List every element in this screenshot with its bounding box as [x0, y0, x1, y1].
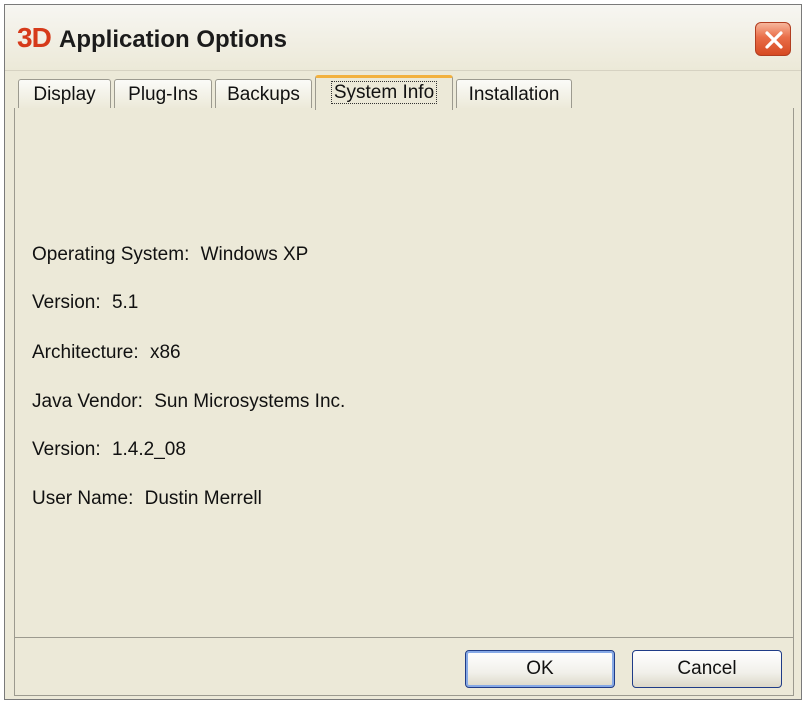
- tab-installation[interactable]: Installation: [456, 79, 572, 109]
- close-icon: [765, 31, 783, 49]
- architecture-label: Architecture:: [32, 342, 139, 363]
- java-version-label: Version:: [32, 439, 101, 460]
- tab-display[interactable]: Display: [18, 79, 111, 109]
- architecture-value: x86: [149, 342, 181, 363]
- system-info-panel: Operating System: Windows XP Version: 5.…: [14, 108, 794, 638]
- tab-bar: Display Plug-Ins Backups System Info Ins…: [14, 71, 794, 110]
- app-logo-icon: 3D: [17, 22, 52, 53]
- ok-button[interactable]: OK: [465, 650, 615, 688]
- java-vendor-row: Java Vendor: Sun Microsystems Inc.: [32, 390, 345, 414]
- user-name-value: Dustin Merrell: [144, 488, 262, 509]
- window-title: Application Options: [59, 26, 287, 53]
- tab-system-info-label: System Info: [330, 81, 438, 104]
- java-version-row: Version: 1.4.2_08: [32, 438, 186, 462]
- user-name-row: User Name: Dustin Merrell: [32, 487, 262, 511]
- os-label: Operating System:: [32, 244, 190, 265]
- tab-display-label: Display: [33, 84, 96, 105]
- os-version-value: 5.1: [111, 292, 139, 313]
- os-version-row: Version: 5.1: [32, 291, 138, 315]
- tab-plug-ins[interactable]: Plug-Ins: [114, 79, 212, 109]
- tab-installation-label: Installation: [468, 84, 560, 105]
- cancel-button[interactable]: Cancel: [632, 650, 782, 688]
- title-bar[interactable]: 3D Application Options: [5, 5, 801, 71]
- button-bar: OK Cancel: [14, 638, 794, 696]
- java-vendor-label: Java Vendor:: [32, 391, 143, 412]
- java-vendor-value: Sun Microsystems Inc.: [154, 391, 346, 412]
- tab-system-info[interactable]: System Info: [315, 75, 453, 110]
- user-name-label: User Name:: [32, 488, 134, 509]
- os-value: Windows XP: [200, 244, 309, 265]
- architecture-row: Architecture: x86: [32, 341, 181, 365]
- tab-backups-label: Backups: [227, 84, 300, 105]
- application-options-dialog: 3D Application Options Display Plug-Ins …: [4, 4, 802, 700]
- os-version-label: Version:: [32, 292, 101, 313]
- os-row: Operating System: Windows XP: [32, 243, 308, 267]
- tab-backups[interactable]: Backups: [215, 79, 312, 109]
- tab-plug-ins-label: Plug-Ins: [128, 84, 198, 105]
- java-version-value: 1.4.2_08: [111, 439, 186, 460]
- close-button[interactable]: [755, 22, 791, 56]
